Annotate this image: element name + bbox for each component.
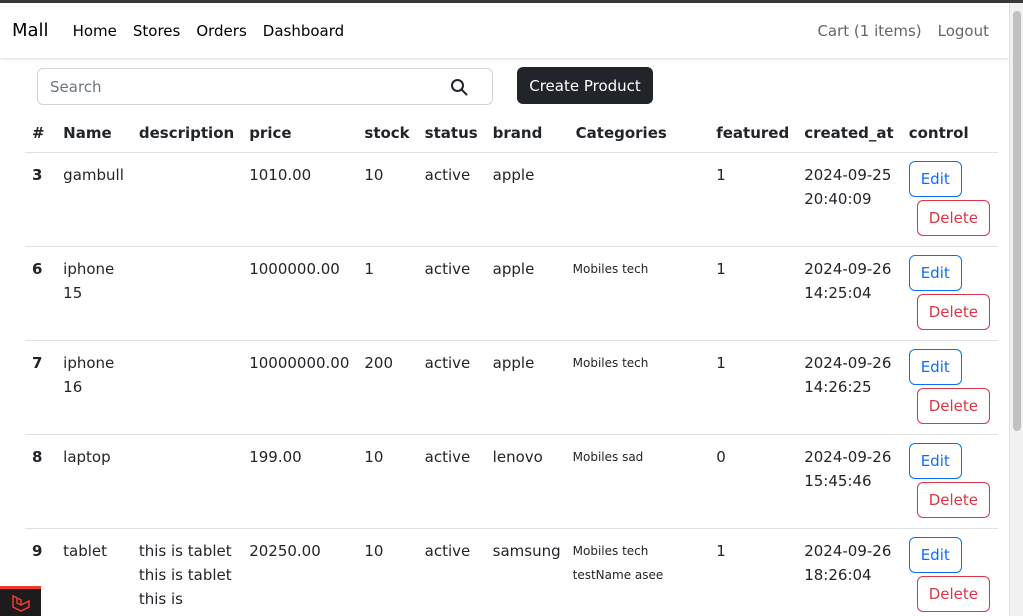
cell-description [131,246,243,341]
cell-control: Edit Delete [901,152,998,247]
cell-featured: 0 [709,434,798,529]
nav-dashboard[interactable]: Dashboard [263,22,344,40]
cell-name: iphone 16 [56,340,132,435]
edit-button[interactable]: Edit [908,255,962,291]
cell-status: active [417,152,486,247]
delete-button[interactable]: Delete [916,200,990,236]
logout-link[interactable]: Logout [938,22,989,40]
cell-name: laptop [56,434,132,529]
cell-price: 1010.00 [242,152,358,247]
nav-orders[interactable]: Orders [196,22,246,40]
table-row: 8 laptop 199.00 10 active lenovo Mobiles… [25,434,998,529]
cell-brand: apple [485,246,569,341]
table-row: 7 iphone 16 10000000.00 200 active apple… [25,340,998,435]
cell-description: this is tablet this is tablet this is [131,528,243,616]
cell-name: tablet [56,528,132,616]
cell-created-at: 2024-09-26 14:25:04 [797,246,902,341]
products-table: # Name description price stock status br… [25,114,998,616]
cell-name: iphone 15 [56,246,132,341]
cell-featured: 1 [709,152,798,247]
cell-control: Edit Delete [901,434,998,529]
cell-description [131,434,243,529]
cell-stock: 10 [357,434,418,529]
scrollbar-thumb[interactable] [1013,11,1021,431]
edit-button[interactable]: Edit [908,161,962,197]
cell-categories: Mobiles tech [568,246,710,341]
table-header-row: # Name description price stock status br… [25,114,998,153]
edit-button[interactable]: Edit [908,349,962,385]
cell-control: Edit Delete [901,340,998,435]
nav-links: Home Stores Orders Dashboard [73,22,361,40]
cell-created-at: 2024-09-26 14:26:25 [797,340,902,435]
delete-button[interactable]: Delete [916,482,990,518]
cell-stock: 1 [357,246,418,341]
cell-brand: apple [485,152,569,247]
navbar: Mall Home Stores Orders Dashboard Cart (… [0,3,1009,58]
cell-categories: Mobiles tech [568,340,710,435]
delete-button[interactable]: Delete [916,294,990,330]
col-id: # [25,114,57,153]
col-categories: Categories [568,114,710,153]
cell-created-at: 2024-09-25 20:40:09 [797,152,902,247]
edit-button[interactable]: Edit [908,537,962,573]
cell-stock: 10 [357,152,418,247]
col-featured: featured [709,114,798,153]
cell-id: 6 [25,246,57,341]
nav-stores[interactable]: Stores [133,22,180,40]
cell-featured: 1 [709,246,798,341]
cell-brand: apple [485,340,569,435]
delete-button[interactable]: Delete [916,388,990,424]
cell-price: 20250.00 [242,528,358,616]
cell-brand: samsung [485,528,569,616]
edit-button[interactable]: Edit [908,443,962,479]
search-form [37,68,493,105]
table-row: 9 tablet this is tablet this is tablet t… [25,528,998,616]
col-created-at: created_at [797,114,902,153]
cell-featured: 1 [709,340,798,435]
create-product-button[interactable]: Create Product [517,67,653,104]
cell-name: gambull [56,152,132,247]
search-icon[interactable] [450,78,468,96]
nav-home[interactable]: Home [73,22,117,40]
cell-id: 7 [25,340,57,435]
cell-price: 10000000.00 [242,340,358,435]
table-row: 3 gambull 1010.00 10 active apple 1 2024… [25,152,998,247]
col-control: control [901,114,998,153]
nav-right: Cart (1 items) Logout [801,22,989,40]
cell-id: 3 [25,152,57,247]
cell-status: active [417,246,486,341]
cell-control: Edit Delete [901,528,998,616]
col-status: status [417,114,486,153]
cart-link[interactable]: Cart (1 items) [817,22,921,40]
cell-created-at: 2024-09-26 18:26:04 [797,528,902,616]
laravel-debugbar-icon[interactable] [0,586,41,616]
cell-brand: lenovo [485,434,569,529]
col-stock: stock [357,114,418,153]
cell-status: active [417,434,486,529]
table-row: 6 iphone 15 1000000.00 1 active apple Mo… [25,246,998,341]
cell-price: 199.00 [242,434,358,529]
col-name: Name [56,114,132,153]
cell-description [131,152,243,247]
cell-categories: Mobiles tech testName asee [568,528,710,616]
cell-categories [568,152,710,247]
cell-status: active [417,528,486,616]
cell-created-at: 2024-09-26 15:45:46 [797,434,902,529]
cell-control: Edit Delete [901,246,998,341]
cell-status: active [417,340,486,435]
page-scrollbar[interactable] [1009,3,1023,616]
cell-categories: Mobiles sad [568,434,710,529]
cell-price: 1000000.00 [242,246,358,341]
cell-stock: 10 [357,528,418,616]
cell-featured: 1 [709,528,798,616]
cell-description [131,340,243,435]
search-input[interactable] [50,77,430,96]
col-price: price [242,114,358,153]
cell-id: 8 [25,434,57,529]
col-brand: brand [485,114,569,153]
cell-stock: 200 [357,340,418,435]
col-description: description [131,114,243,153]
brand-link[interactable]: Mall [12,20,49,41]
delete-button[interactable]: Delete [916,576,990,612]
